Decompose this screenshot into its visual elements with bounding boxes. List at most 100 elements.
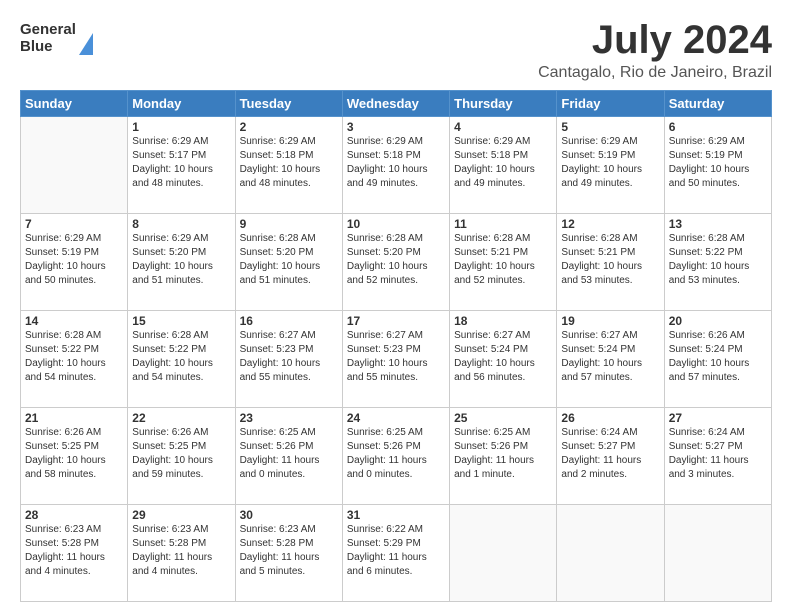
calendar-cell: 18Sunrise: 6:27 AM Sunset: 5:24 PM Dayli… — [450, 311, 557, 408]
calendar-cell: 20Sunrise: 6:26 AM Sunset: 5:24 PM Dayli… — [664, 311, 771, 408]
day-number: 29 — [132, 508, 230, 522]
logo-text: General Blue — [20, 22, 76, 55]
day-number: 24 — [347, 411, 445, 425]
day-number: 18 — [454, 314, 552, 328]
day-number: 25 — [454, 411, 552, 425]
page: General Blue July 2024 Cantagalo, Rio de… — [0, 0, 792, 612]
day-number: 1 — [132, 120, 230, 134]
day-info: Sunrise: 6:26 AM Sunset: 5:25 PM Dayligh… — [132, 426, 230, 482]
calendar-cell: 10Sunrise: 6:28 AM Sunset: 5:20 PM Dayli… — [342, 214, 449, 311]
calendar-header-saturday: Saturday — [664, 91, 771, 117]
day-info: Sunrise: 6:27 AM Sunset: 5:24 PM Dayligh… — [454, 329, 552, 385]
calendar-cell: 13Sunrise: 6:28 AM Sunset: 5:22 PM Dayli… — [664, 214, 771, 311]
calendar-cell: 3Sunrise: 6:29 AM Sunset: 5:18 PM Daylig… — [342, 117, 449, 214]
day-info: Sunrise: 6:28 AM Sunset: 5:22 PM Dayligh… — [669, 232, 767, 288]
calendar-header-friday: Friday — [557, 91, 664, 117]
calendar-week-row: 21Sunrise: 6:26 AM Sunset: 5:25 PM Dayli… — [21, 408, 772, 505]
day-info: Sunrise: 6:28 AM Sunset: 5:20 PM Dayligh… — [347, 232, 445, 288]
day-number: 10 — [347, 217, 445, 231]
day-number: 2 — [240, 120, 338, 134]
day-number: 14 — [25, 314, 123, 328]
calendar-cell — [21, 117, 128, 214]
day-info: Sunrise: 6:22 AM Sunset: 5:29 PM Dayligh… — [347, 523, 445, 579]
day-number: 9 — [240, 217, 338, 231]
day-number: 17 — [347, 314, 445, 328]
day-number: 11 — [454, 217, 552, 231]
calendar-cell: 16Sunrise: 6:27 AM Sunset: 5:23 PM Dayli… — [235, 311, 342, 408]
subtitle: Cantagalo, Rio de Janeiro, Brazil — [538, 64, 772, 82]
day-info: Sunrise: 6:28 AM Sunset: 5:22 PM Dayligh… — [25, 329, 123, 385]
calendar-week-row: 1Sunrise: 6:29 AM Sunset: 5:17 PM Daylig… — [21, 117, 772, 214]
day-info: Sunrise: 6:23 AM Sunset: 5:28 PM Dayligh… — [240, 523, 338, 579]
calendar-table: SundayMondayTuesdayWednesdayThursdayFrid… — [20, 90, 772, 602]
calendar-cell: 28Sunrise: 6:23 AM Sunset: 5:28 PM Dayli… — [21, 505, 128, 602]
day-number: 30 — [240, 508, 338, 522]
calendar-cell: 2Sunrise: 6:29 AM Sunset: 5:18 PM Daylig… — [235, 117, 342, 214]
day-number: 15 — [132, 314, 230, 328]
calendar-cell: 7Sunrise: 6:29 AM Sunset: 5:19 PM Daylig… — [21, 214, 128, 311]
day-number: 26 — [561, 411, 659, 425]
calendar-cell: 15Sunrise: 6:28 AM Sunset: 5:22 PM Dayli… — [128, 311, 235, 408]
calendar-cell: 21Sunrise: 6:26 AM Sunset: 5:25 PM Dayli… — [21, 408, 128, 505]
calendar-cell: 5Sunrise: 6:29 AM Sunset: 5:19 PM Daylig… — [557, 117, 664, 214]
day-info: Sunrise: 6:28 AM Sunset: 5:21 PM Dayligh… — [454, 232, 552, 288]
day-info: Sunrise: 6:26 AM Sunset: 5:25 PM Dayligh… — [25, 426, 123, 482]
calendar-cell: 9Sunrise: 6:28 AM Sunset: 5:20 PM Daylig… — [235, 214, 342, 311]
logo-triangle-icon — [79, 33, 93, 55]
calendar-cell: 31Sunrise: 6:22 AM Sunset: 5:29 PM Dayli… — [342, 505, 449, 602]
day-info: Sunrise: 6:29 AM Sunset: 5:18 PM Dayligh… — [454, 135, 552, 191]
header: General Blue July 2024 Cantagalo, Rio de… — [20, 18, 772, 82]
calendar-cell: 4Sunrise: 6:29 AM Sunset: 5:18 PM Daylig… — [450, 117, 557, 214]
calendar-header-thursday: Thursday — [450, 91, 557, 117]
calendar-cell: 24Sunrise: 6:25 AM Sunset: 5:26 PM Dayli… — [342, 408, 449, 505]
day-number: 21 — [25, 411, 123, 425]
day-info: Sunrise: 6:29 AM Sunset: 5:19 PM Dayligh… — [669, 135, 767, 191]
calendar-cell: 26Sunrise: 6:24 AM Sunset: 5:27 PM Dayli… — [557, 408, 664, 505]
day-info: Sunrise: 6:29 AM Sunset: 5:19 PM Dayligh… — [25, 232, 123, 288]
day-info: Sunrise: 6:27 AM Sunset: 5:23 PM Dayligh… — [347, 329, 445, 385]
calendar-cell — [450, 505, 557, 602]
day-info: Sunrise: 6:25 AM Sunset: 5:26 PM Dayligh… — [454, 426, 552, 482]
day-number: 8 — [132, 217, 230, 231]
day-number: 23 — [240, 411, 338, 425]
day-number: 5 — [561, 120, 659, 134]
calendar-cell: 23Sunrise: 6:25 AM Sunset: 5:26 PM Dayli… — [235, 408, 342, 505]
calendar-week-row: 7Sunrise: 6:29 AM Sunset: 5:19 PM Daylig… — [21, 214, 772, 311]
day-number: 27 — [669, 411, 767, 425]
calendar-cell: 6Sunrise: 6:29 AM Sunset: 5:19 PM Daylig… — [664, 117, 771, 214]
main-title: July 2024 — [538, 18, 772, 62]
day-info: Sunrise: 6:27 AM Sunset: 5:23 PM Dayligh… — [240, 329, 338, 385]
day-info: Sunrise: 6:28 AM Sunset: 5:22 PM Dayligh… — [132, 329, 230, 385]
calendar-cell: 12Sunrise: 6:28 AM Sunset: 5:21 PM Dayli… — [557, 214, 664, 311]
day-number: 6 — [669, 120, 767, 134]
calendar-cell — [664, 505, 771, 602]
title-block: July 2024 Cantagalo, Rio de Janeiro, Bra… — [538, 18, 772, 82]
calendar-cell: 29Sunrise: 6:23 AM Sunset: 5:28 PM Dayli… — [128, 505, 235, 602]
day-info: Sunrise: 6:29 AM Sunset: 5:18 PM Dayligh… — [347, 135, 445, 191]
calendar-header-sunday: Sunday — [21, 91, 128, 117]
day-number: 4 — [454, 120, 552, 134]
day-number: 20 — [669, 314, 767, 328]
day-number: 3 — [347, 120, 445, 134]
calendar-week-row: 14Sunrise: 6:28 AM Sunset: 5:22 PM Dayli… — [21, 311, 772, 408]
calendar-header-tuesday: Tuesday — [235, 91, 342, 117]
day-info: Sunrise: 6:29 AM Sunset: 5:19 PM Dayligh… — [561, 135, 659, 191]
calendar-cell: 30Sunrise: 6:23 AM Sunset: 5:28 PM Dayli… — [235, 505, 342, 602]
day-info: Sunrise: 6:28 AM Sunset: 5:21 PM Dayligh… — [561, 232, 659, 288]
calendar-cell: 8Sunrise: 6:29 AM Sunset: 5:20 PM Daylig… — [128, 214, 235, 311]
day-number: 19 — [561, 314, 659, 328]
logo: General Blue — [20, 22, 93, 55]
day-number: 22 — [132, 411, 230, 425]
logo-line1: General — [20, 22, 76, 39]
day-info: Sunrise: 6:24 AM Sunset: 5:27 PM Dayligh… — [669, 426, 767, 482]
day-number: 13 — [669, 217, 767, 231]
day-info: Sunrise: 6:29 AM Sunset: 5:18 PM Dayligh… — [240, 135, 338, 191]
calendar-cell: 14Sunrise: 6:28 AM Sunset: 5:22 PM Dayli… — [21, 311, 128, 408]
calendar-cell: 1Sunrise: 6:29 AM Sunset: 5:17 PM Daylig… — [128, 117, 235, 214]
day-number: 7 — [25, 217, 123, 231]
day-info: Sunrise: 6:28 AM Sunset: 5:20 PM Dayligh… — [240, 232, 338, 288]
calendar-cell: 27Sunrise: 6:24 AM Sunset: 5:27 PM Dayli… — [664, 408, 771, 505]
calendar-header-wednesday: Wednesday — [342, 91, 449, 117]
day-number: 16 — [240, 314, 338, 328]
calendar-cell: 19Sunrise: 6:27 AM Sunset: 5:24 PM Dayli… — [557, 311, 664, 408]
